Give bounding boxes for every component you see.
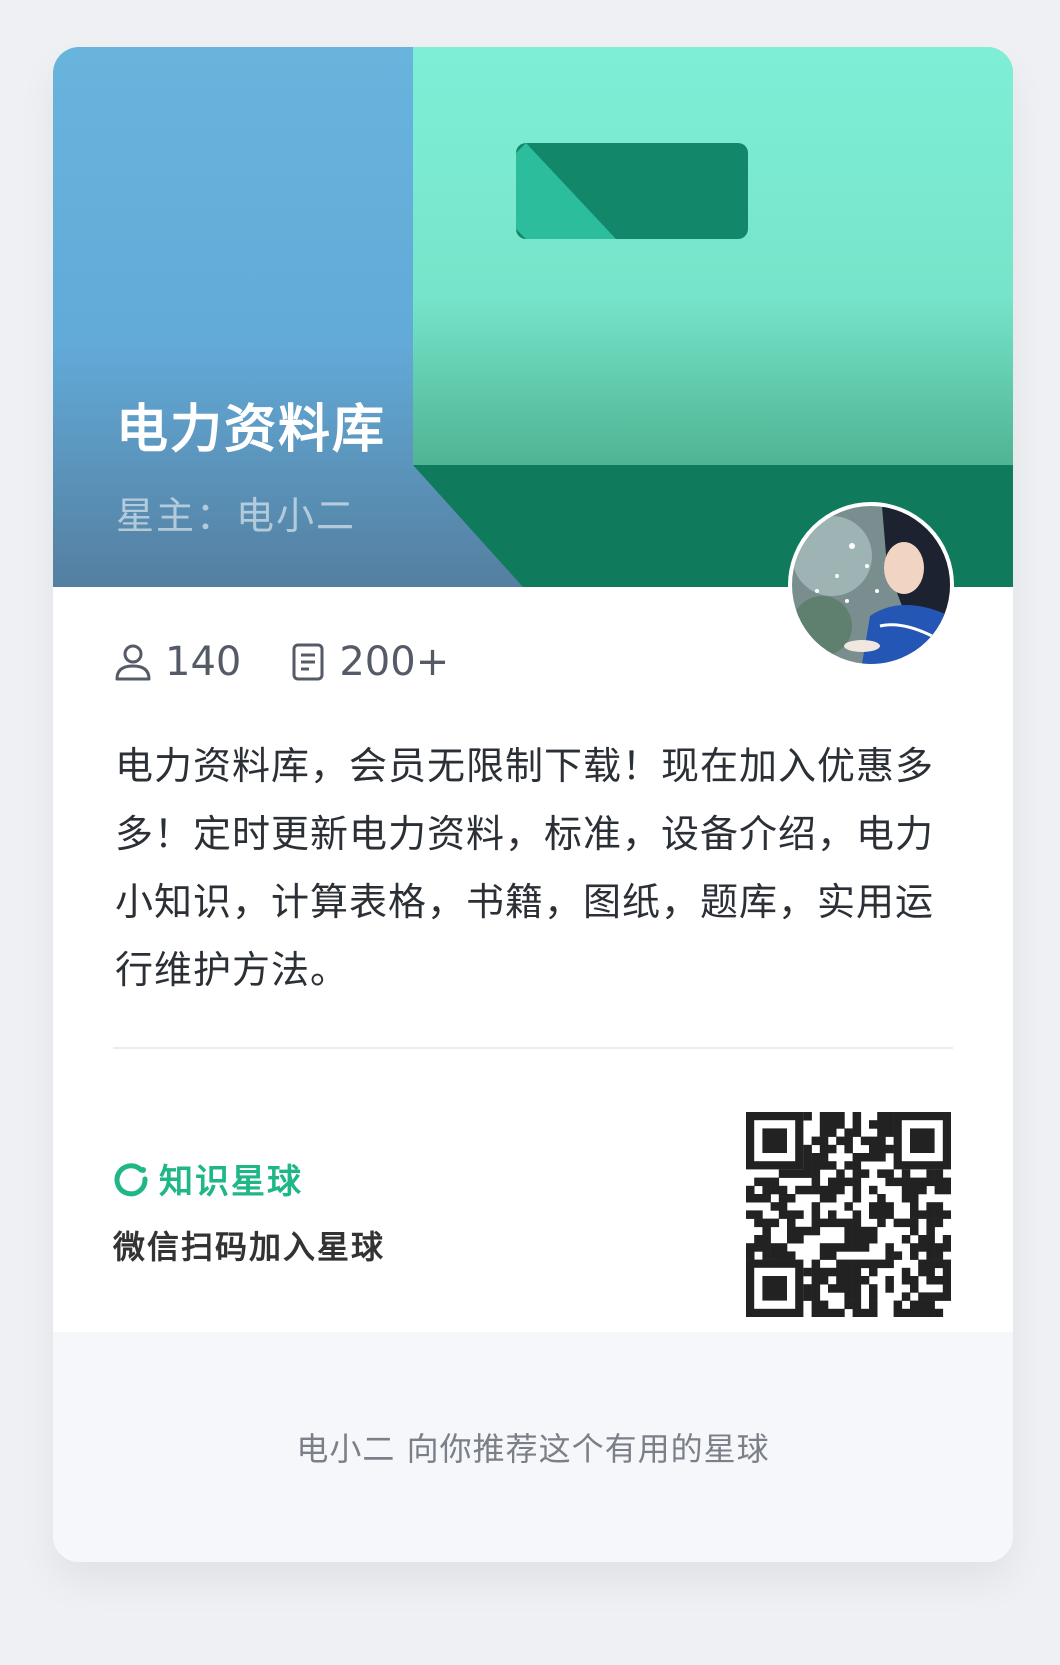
planet-card: 电力资料库 星主：电小二 140 200+ 电力资料库，会员无限制下载！现在加入… bbox=[53, 47, 1013, 1562]
member-count-value: 140 bbox=[165, 639, 242, 685]
zsxq-brand: 知识星球 bbox=[113, 1154, 303, 1203]
avatar-image bbox=[792, 506, 950, 664]
member-count: 140 bbox=[113, 639, 241, 685]
divider bbox=[113, 1047, 953, 1049]
qr-code[interactable] bbox=[746, 1112, 951, 1317]
scan-instruction: 微信扫码加入星球 bbox=[113, 1228, 386, 1266]
planet-owner: 星主：电小二 bbox=[116, 494, 357, 538]
user-icon bbox=[115, 644, 151, 681]
document-icon bbox=[292, 643, 324, 681]
post-count-value: 200+ bbox=[339, 639, 450, 685]
owner-avatar[interactable] bbox=[788, 502, 954, 668]
recommend-text: 电小二 向你推荐这个有用的星球 bbox=[296, 1430, 770, 1468]
planet-title: 电力资料库 bbox=[116, 400, 387, 460]
zsxq-logo-icon bbox=[114, 1162, 148, 1196]
footer: 电小二 向你推荐这个有用的星球 bbox=[53, 1332, 1013, 1562]
planet-description: 电力资料库，会员无限制下载！现在加入优惠多多！定时更新电力资料，标准，设备介绍，… bbox=[115, 744, 935, 992]
stats-row: 140 200+ bbox=[113, 632, 499, 692]
post-count: 200+ bbox=[291, 639, 449, 685]
brand-name: 知识星球 bbox=[159, 1162, 303, 1202]
